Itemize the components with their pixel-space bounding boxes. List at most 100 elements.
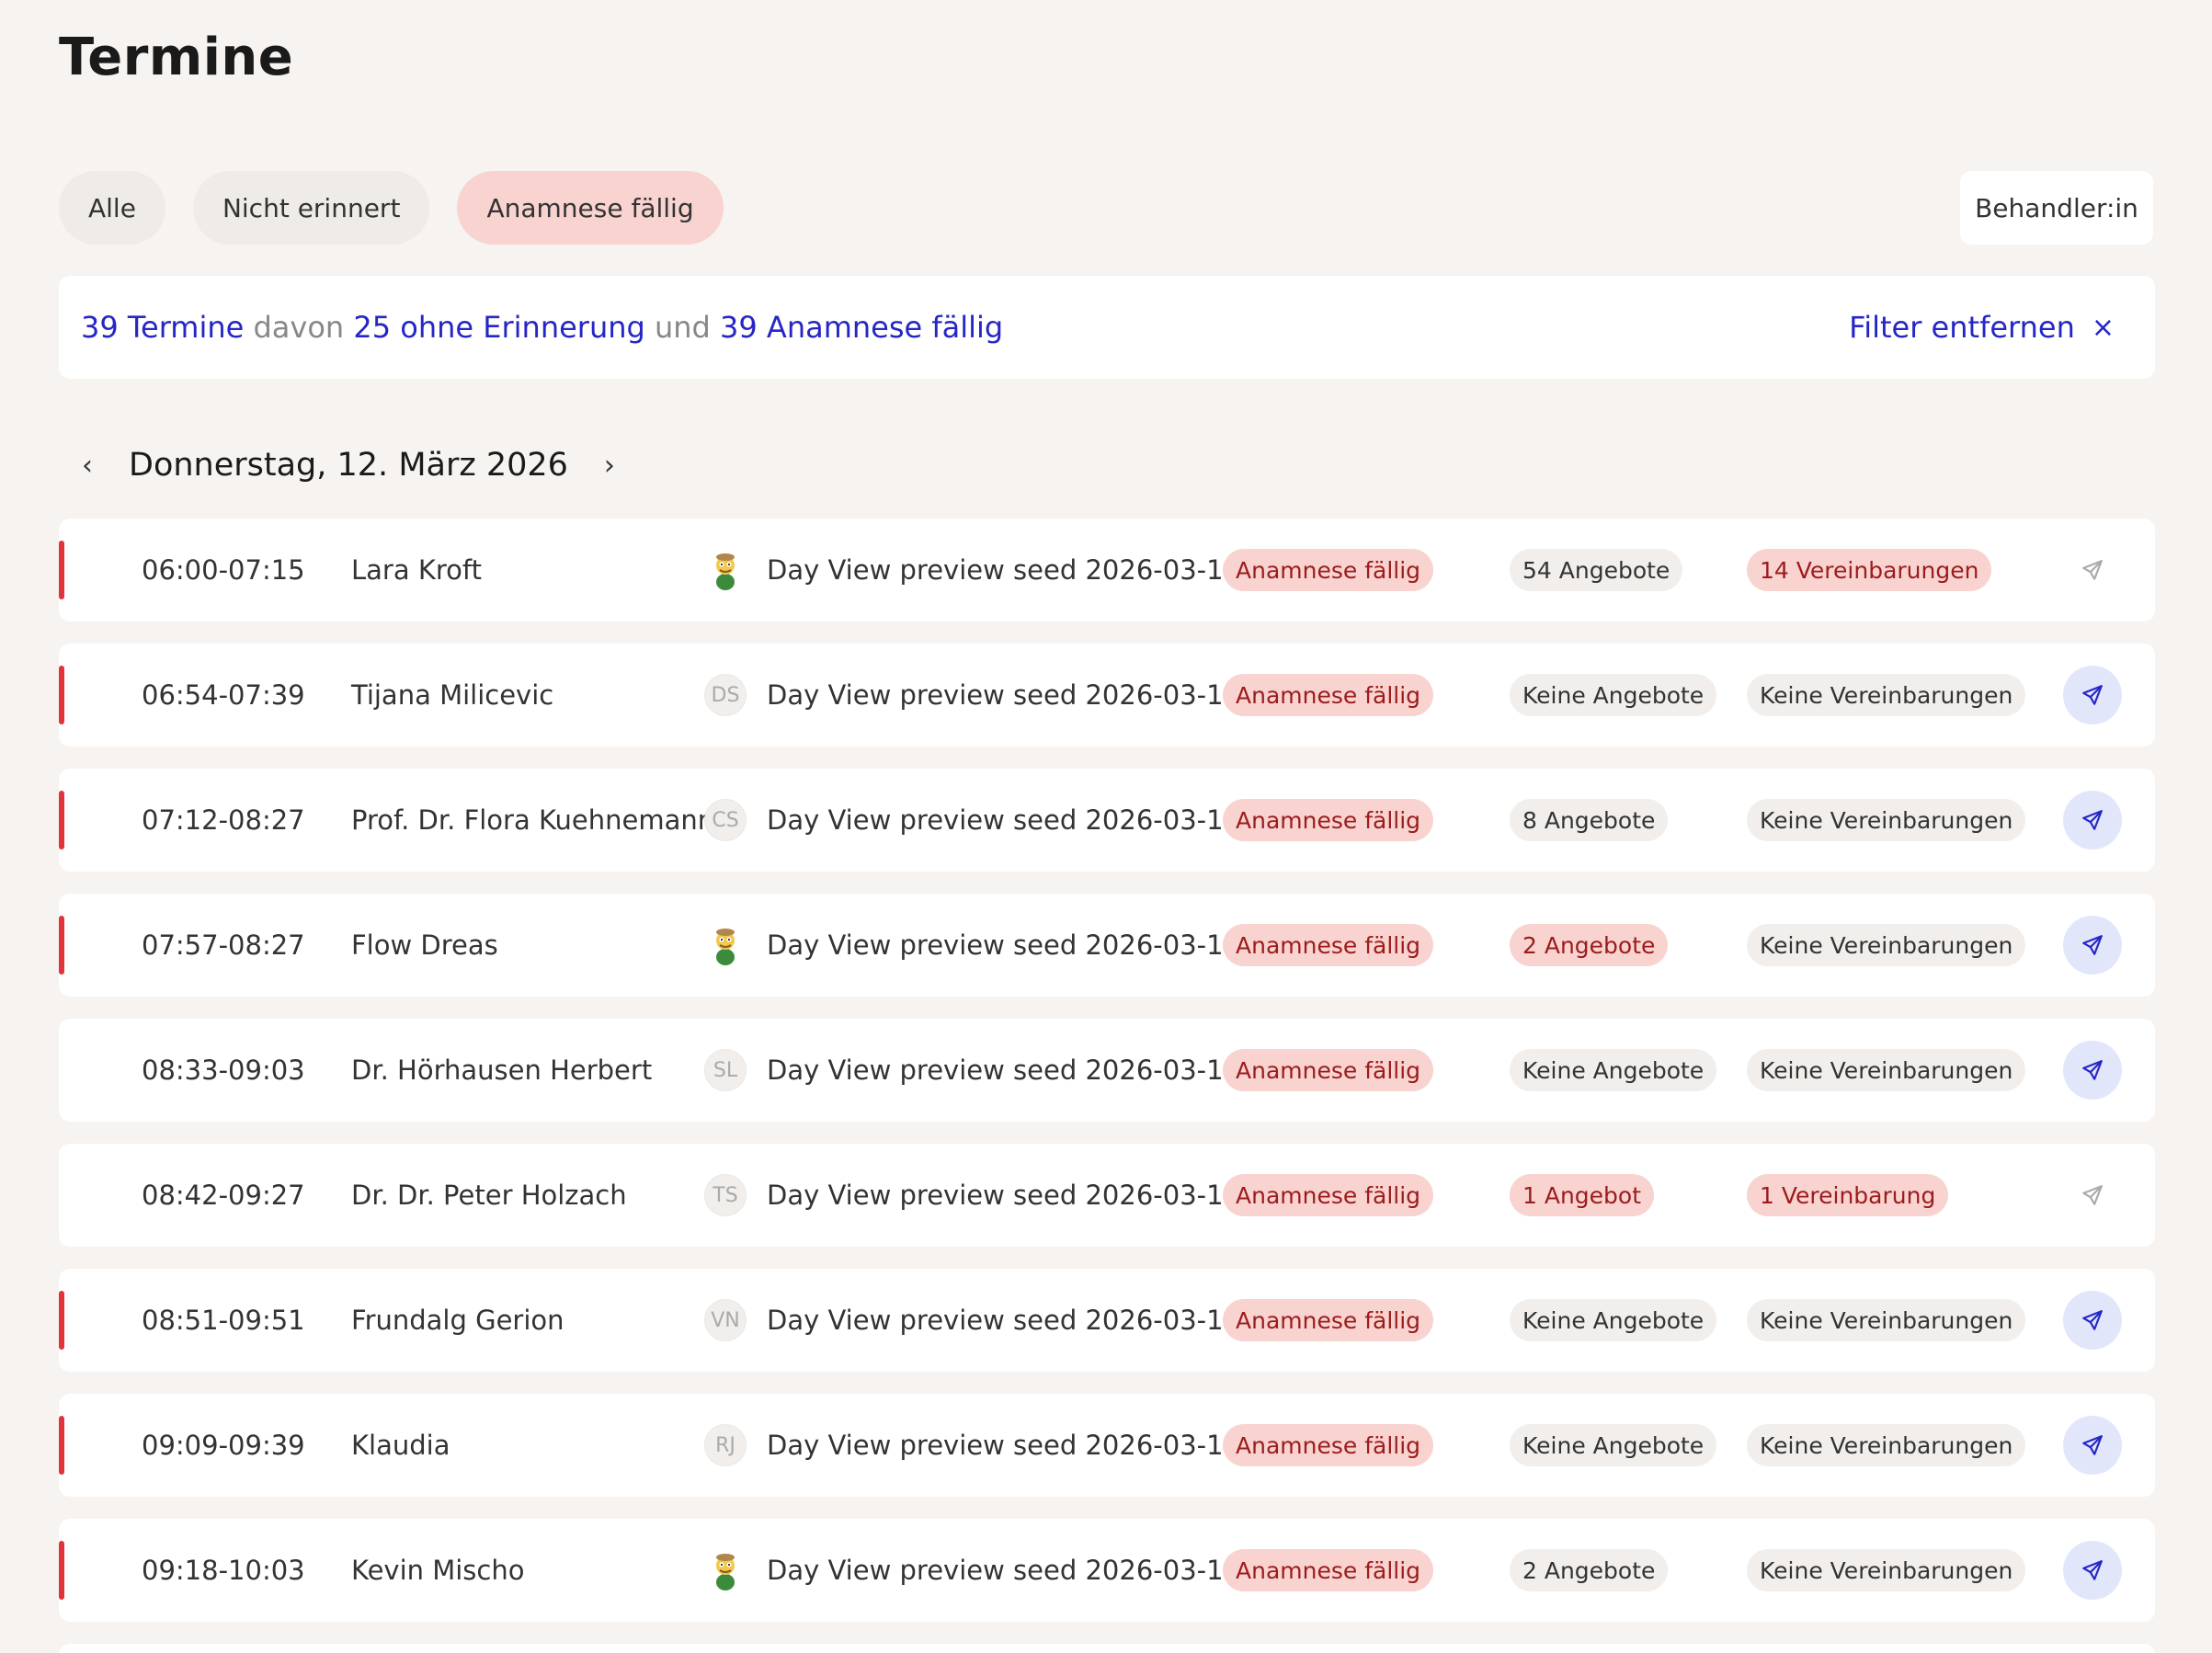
paper-plane-icon bbox=[2082, 1435, 2103, 1455]
send-reminder-button[interactable] bbox=[2063, 1416, 2122, 1475]
patient-name[interactable]: Lara Kroft bbox=[351, 554, 482, 586]
patient-name[interactable]: Frundalg Gerion bbox=[351, 1305, 564, 1336]
cartoon-avatar-icon bbox=[716, 929, 735, 965]
patient-name[interactable]: Flow Dreas bbox=[351, 929, 498, 961]
summary-text: 39 Termine davon 25 ohne Erinnerung und … bbox=[81, 310, 1003, 345]
avatar: RJ bbox=[704, 1424, 747, 1466]
reminder-flag bbox=[59, 1291, 64, 1350]
anamnese-badge[interactable]: Anamnese fällig bbox=[1223, 674, 1434, 716]
avatar: SL bbox=[704, 1049, 747, 1091]
paper-plane-icon bbox=[2082, 685, 2103, 705]
summary-ohne-erinnerung-link[interactable]: 25 ohne Erinnerung bbox=[353, 310, 644, 345]
appointment-time: 06:00-07:15 bbox=[142, 554, 305, 586]
date-navigation: ‹ Donnerstag, 12. März 2026 › bbox=[74, 447, 623, 484]
angebote-badge[interactable]: 1 Angebot bbox=[1510, 1174, 1655, 1216]
patient-name[interactable]: Dr. Dr. Peter Holzach bbox=[351, 1180, 627, 1211]
filter-nicht-erinnert[interactable]: Nicht erinnert bbox=[192, 171, 430, 245]
anamnese-badge[interactable]: Anamnese fällig bbox=[1223, 1174, 1434, 1216]
send-reminder-button[interactable] bbox=[2063, 916, 2122, 975]
appointment-description: Day View preview seed 2026-03-1... bbox=[767, 1054, 1249, 1086]
vereinbarungen-badge[interactable]: Keine Vereinbarungen bbox=[1747, 799, 2026, 841]
summary-bar: 39 Termine davon 25 ohne Erinnerung und … bbox=[59, 276, 2155, 379]
send-reminder-button[interactable] bbox=[2063, 1541, 2122, 1600]
send-reminder-button[interactable] bbox=[2063, 1041, 2122, 1100]
appointment-row[interactable]: 09:09-09:39 Klaudia RJ Day View preview … bbox=[59, 1394, 2155, 1497]
summary-termine-link[interactable]: 39 Termine bbox=[81, 310, 244, 345]
anamnese-badge[interactable]: Anamnese fällig bbox=[1223, 549, 1434, 591]
anamnese-badge[interactable]: Anamnese fällig bbox=[1223, 1299, 1434, 1341]
patient-name[interactable]: Kevin Mischo bbox=[351, 1555, 525, 1586]
paper-plane-icon bbox=[2082, 560, 2103, 580]
angebote-badge[interactable]: 54 Angebote bbox=[1510, 549, 1683, 591]
appointment-time: 08:33-09:03 bbox=[142, 1054, 305, 1086]
paper-plane-icon bbox=[2082, 1060, 2103, 1080]
anamnese-badge[interactable]: Anamnese fällig bbox=[1223, 1424, 1434, 1466]
appointment-row-partial bbox=[59, 1644, 2155, 1653]
vereinbarungen-badge[interactable]: 14 Vereinbarungen bbox=[1747, 549, 1992, 591]
anamnese-badge[interactable]: Anamnese fällig bbox=[1223, 924, 1434, 966]
avatar: TS bbox=[704, 1174, 747, 1216]
avatar: VN bbox=[704, 1299, 747, 1341]
patient-name[interactable]: Dr. Hörhausen Herbert bbox=[351, 1054, 652, 1086]
appointment-description: Day View preview seed 2026-03-1... bbox=[767, 1430, 1249, 1461]
send-reminder-button[interactable] bbox=[2063, 1291, 2122, 1350]
chevron-right-icon[interactable]: › bbox=[596, 450, 623, 482]
appointment-time: 06:54-07:39 bbox=[142, 679, 305, 711]
avatar: DS bbox=[704, 674, 747, 716]
appointment-row[interactable]: 08:33-09:03 Dr. Hörhausen Herbert SL Day… bbox=[59, 1019, 2155, 1122]
patient-name[interactable]: Klaudia bbox=[351, 1430, 450, 1461]
behandler-select[interactable]: Behandler:in bbox=[1960, 171, 2153, 245]
vereinbarungen-badge[interactable]: Keine Vereinbarungen bbox=[1747, 1424, 2026, 1466]
angebote-badge[interactable]: Keine Angebote bbox=[1510, 1049, 1717, 1091]
summary-davon: davon bbox=[253, 310, 345, 345]
vereinbarungen-badge[interactable]: Keine Vereinbarungen bbox=[1747, 1549, 2026, 1591]
reminder-flag bbox=[59, 1416, 64, 1475]
appointment-time: 08:42-09:27 bbox=[142, 1180, 305, 1211]
send-reminder-button[interactable] bbox=[2063, 541, 2122, 599]
appointment-row[interactable]: 09:18-10:03 Kevin Mischo Day View previe… bbox=[59, 1519, 2155, 1622]
send-reminder-button[interactable] bbox=[2063, 791, 2122, 849]
angebote-badge[interactable]: Keine Angebote bbox=[1510, 1299, 1717, 1341]
angebote-badge[interactable]: Keine Angebote bbox=[1510, 1424, 1717, 1466]
anamnese-badge[interactable]: Anamnese fällig bbox=[1223, 1049, 1434, 1091]
anamnese-badge[interactable]: Anamnese fällig bbox=[1223, 799, 1434, 841]
appointment-description: Day View preview seed 2026-03-1... bbox=[767, 1555, 1249, 1586]
vereinbarungen-badge[interactable]: Keine Vereinbarungen bbox=[1747, 1299, 2026, 1341]
appointment-row[interactable]: 07:12-08:27 Prof. Dr. Flora Kuehnemann C… bbox=[59, 769, 2155, 872]
angebote-badge[interactable]: 8 Angebote bbox=[1510, 799, 1669, 841]
patient-name[interactable]: Prof. Dr. Flora Kuehnemann bbox=[351, 804, 714, 836]
appointment-list: 06:00-07:15 Lara Kroft Day View preview … bbox=[59, 519, 2155, 1653]
summary-anamnese-link[interactable]: 39 Anamnese fällig bbox=[720, 310, 1003, 345]
appointment-time: 07:12-08:27 bbox=[142, 804, 305, 836]
appointment-time: 08:51-09:51 bbox=[142, 1305, 305, 1336]
paper-plane-icon bbox=[2082, 935, 2103, 955]
angebote-badge[interactable]: 2 Angebote bbox=[1510, 924, 1669, 966]
patient-name[interactable]: Tijana Milicevic bbox=[351, 679, 553, 711]
anamnese-badge[interactable]: Anamnese fällig bbox=[1223, 1549, 1434, 1591]
send-reminder-button[interactable] bbox=[2063, 1166, 2122, 1225]
summary-und: und bbox=[654, 310, 711, 345]
filter-remove-button[interactable]: Filter entfernen × bbox=[1849, 310, 2133, 345]
filter-anamnese-faellig[interactable]: Anamnese fällig bbox=[457, 171, 724, 245]
filter-alle[interactable]: Alle bbox=[59, 171, 165, 245]
page-title: Termine bbox=[59, 28, 294, 87]
send-reminder-button[interactable] bbox=[2063, 666, 2122, 724]
vereinbarungen-badge[interactable]: 1 Vereinbarung bbox=[1747, 1174, 1949, 1216]
appointment-row[interactable]: 08:51-09:51 Frundalg Gerion VN Day View … bbox=[59, 1269, 2155, 1372]
paper-plane-icon bbox=[2082, 1185, 2103, 1205]
appointment-row[interactable]: 07:57-08:27 Flow Dreas Day View preview … bbox=[59, 894, 2155, 997]
paper-plane-icon bbox=[2082, 810, 2103, 830]
vereinbarungen-badge[interactable]: Keine Vereinbarungen bbox=[1747, 1049, 2026, 1091]
avatar: CS bbox=[704, 799, 747, 841]
appointment-row[interactable]: 08:42-09:27 Dr. Dr. Peter Holzach TS Day… bbox=[59, 1144, 2155, 1247]
vereinbarungen-badge[interactable]: Keine Vereinbarungen bbox=[1747, 674, 2026, 716]
angebote-badge[interactable]: 2 Angebote bbox=[1510, 1549, 1669, 1591]
appointment-row[interactable]: 06:54-07:39 Tijana Milicevic DS Day View… bbox=[59, 644, 2155, 747]
appointment-description: Day View preview seed 2026-03-1... bbox=[767, 1180, 1249, 1211]
appointment-time: 09:09-09:39 bbox=[142, 1430, 305, 1461]
appointment-time: 07:57-08:27 bbox=[142, 929, 305, 961]
chevron-left-icon[interactable]: ‹ bbox=[74, 450, 101, 482]
angebote-badge[interactable]: Keine Angebote bbox=[1510, 674, 1717, 716]
vereinbarungen-badge[interactable]: Keine Vereinbarungen bbox=[1747, 924, 2026, 966]
appointment-row[interactable]: 06:00-07:15 Lara Kroft Day View preview … bbox=[59, 519, 2155, 621]
